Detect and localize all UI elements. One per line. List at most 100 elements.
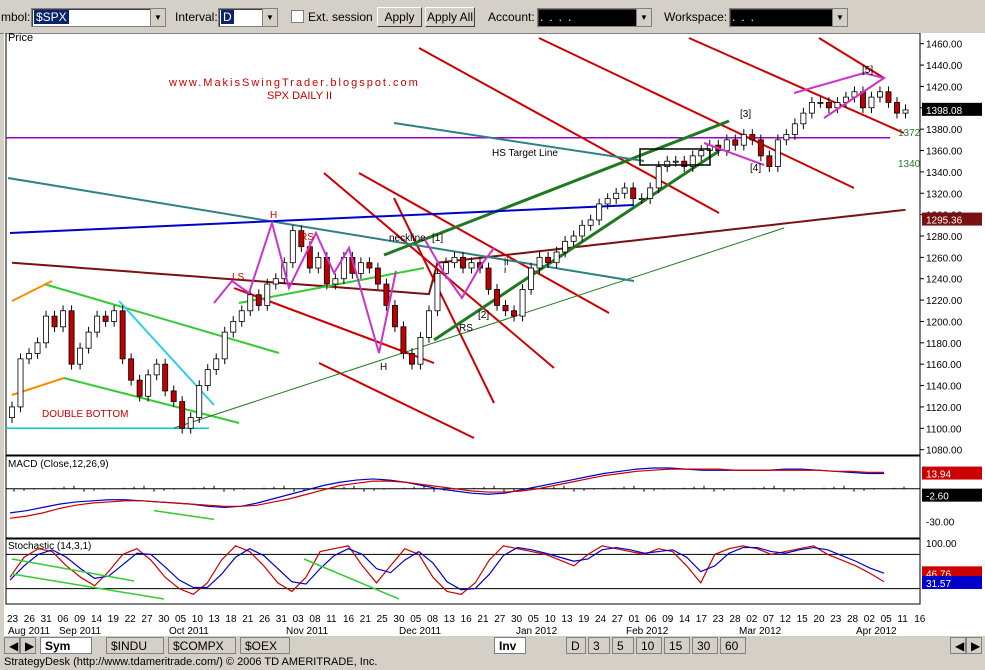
chevron-down-icon[interactable]: ▼ — [262, 9, 277, 26]
x-day-tick-label: 28 — [847, 614, 859, 625]
candle-up — [247, 294, 254, 312]
x-day-tick-label: 06 — [57, 614, 69, 625]
candle-up — [808, 102, 815, 114]
x-day-tick-label: 12 — [780, 614, 792, 625]
x-day-tick-label: 20 — [813, 614, 825, 625]
price-tick-label: 1460.00 — [926, 40, 963, 51]
x-day-tick-label: 30 — [511, 614, 523, 625]
candle-down — [749, 134, 756, 141]
chart-annotation: [4] — [750, 163, 761, 174]
scroll-right-icon[interactable]: ▶ — [20, 637, 36, 654]
candle-down — [119, 310, 126, 360]
tab-sym[interactable]: Sym — [40, 637, 92, 654]
ext-session-checkbox[interactable] — [291, 10, 304, 23]
candle-up — [43, 315, 49, 344]
chart-annotation: H — [270, 210, 277, 221]
candle-up — [562, 240, 569, 253]
x-day-tick-label: 16 — [461, 614, 473, 625]
interval-combo[interactable]: D ▼ — [218, 8, 278, 27]
candle-up — [655, 166, 662, 189]
candle-up — [451, 256, 458, 264]
chevron-down-icon[interactable]: ▼ — [636, 9, 651, 26]
tab-60[interactable]: 60 — [720, 637, 746, 654]
apply-button[interactable]: Apply — [377, 7, 422, 27]
candle-up — [417, 337, 424, 365]
candle-up — [221, 331, 228, 360]
x-month-label: Aug 2011 — [8, 626, 51, 636]
candle-down — [179, 401, 186, 429]
chart-annotation: [1] — [432, 233, 443, 244]
x-day-tick-label: 21 — [242, 614, 254, 625]
blog-watermark: www.MakisSwingTrader.blogspot.com — [168, 77, 420, 89]
price-panel-frame — [5, 32, 921, 456]
candle-up — [196, 385, 203, 419]
candle-down — [825, 102, 832, 109]
candle-up — [596, 203, 603, 221]
price-panel-title: Price — [8, 33, 33, 44]
x-day-tick-label: 10 — [545, 614, 557, 625]
tab-10[interactable]: 10 — [636, 637, 662, 654]
candle-up — [698, 150, 705, 157]
price-tick-label: 1320.00 — [926, 189, 963, 200]
x-day-tick-label: 01 — [629, 614, 641, 625]
candle-up — [85, 331, 92, 349]
x-day-tick-label: 17 — [696, 614, 708, 625]
x-day-tick-label: 25 — [377, 614, 389, 625]
workspace-combo[interactable]: ... ▼ — [729, 8, 848, 27]
x-month-label: Nov 2011 — [286, 626, 329, 636]
candle-up — [587, 219, 594, 226]
tab-compx[interactable]: $COMPX — [168, 637, 236, 654]
price-tick-label: 1280.00 — [926, 232, 963, 243]
tab-30[interactable]: 30 — [692, 637, 718, 654]
trend-channel-line — [318, 362, 475, 439]
scroll-left-icon[interactable]: ◀ — [4, 637, 20, 654]
candle-up — [357, 262, 364, 274]
chart-svg[interactable]: 1080.00 1100.00 1120.00 1140.00 1160.00 1180.… — [4, 32, 985, 637]
price-tick-label: 1200.00 — [926, 317, 963, 328]
candle-up — [877, 91, 883, 98]
candle-up — [34, 342, 41, 354]
tab-oex[interactable]: $OEX — [240, 637, 290, 654]
tab-3[interactable]: 3 — [588, 637, 610, 654]
account-combo[interactable]: .... ▼ — [537, 8, 652, 27]
chart-annotation: neckline — [389, 233, 426, 244]
candle-up — [579, 224, 586, 237]
candle-up — [9, 406, 15, 419]
candle-up — [723, 139, 730, 151]
scroll-right-icon[interactable]: ▶ — [966, 637, 982, 654]
scroll-left-icon[interactable]: ◀ — [950, 637, 966, 654]
price-tick-label: 1340.00 — [926, 168, 963, 179]
candle-up — [426, 310, 432, 338]
x-day-tick-label: 23 — [830, 614, 842, 625]
candle-up — [230, 321, 237, 333]
chart-annotation: DOUBLE BOTTOM — [42, 409, 129, 420]
workspace-label: Workspace: — [664, 10, 728, 24]
tab-inv[interactable]: Inv — [494, 637, 526, 654]
candle-down — [170, 390, 177, 402]
toolbar: mbol: $SPX ▼ Interval: D ▼ Ext. session … — [0, 0, 985, 34]
chevron-down-icon[interactable]: ▼ — [150, 9, 165, 26]
macd-signal-label: -2.60 — [926, 492, 949, 503]
account-label: Account: — [488, 10, 535, 24]
tab-5[interactable]: 5 — [612, 637, 634, 654]
x-month-label: Jan 2012 — [516, 626, 558, 636]
chevron-down-icon[interactable]: ▼ — [832, 9, 847, 26]
x-day-tick-label: 15 — [797, 614, 809, 625]
tab-indu[interactable]: $INDU — [106, 637, 164, 654]
candle-down — [68, 310, 75, 365]
apply-all-button[interactable]: Apply All — [425, 7, 475, 27]
candle-down — [255, 294, 262, 306]
tab-d[interactable]: D — [566, 637, 586, 654]
symbol-combo[interactable]: $SPX ▼ — [31, 8, 166, 27]
x-month-label: Mar 2012 — [739, 626, 782, 636]
candle-up — [613, 192, 620, 199]
candle-up — [60, 310, 67, 328]
chart-area[interactable]: 1080.00 1100.00 1120.00 1140.00 1160.00 1180.… — [4, 32, 985, 637]
tab-15[interactable]: 15 — [664, 637, 690, 654]
x-day-tick-label: 23 — [713, 614, 725, 625]
x-day-tick-label: 09 — [662, 614, 674, 625]
x-day-tick-label: 08 — [309, 614, 321, 625]
x-day-tick-label: 07 — [763, 614, 775, 625]
chart-annotation: HS Target Line — [492, 148, 558, 159]
macd-panel-title: MACD (Close,12,26,9) — [8, 459, 109, 470]
